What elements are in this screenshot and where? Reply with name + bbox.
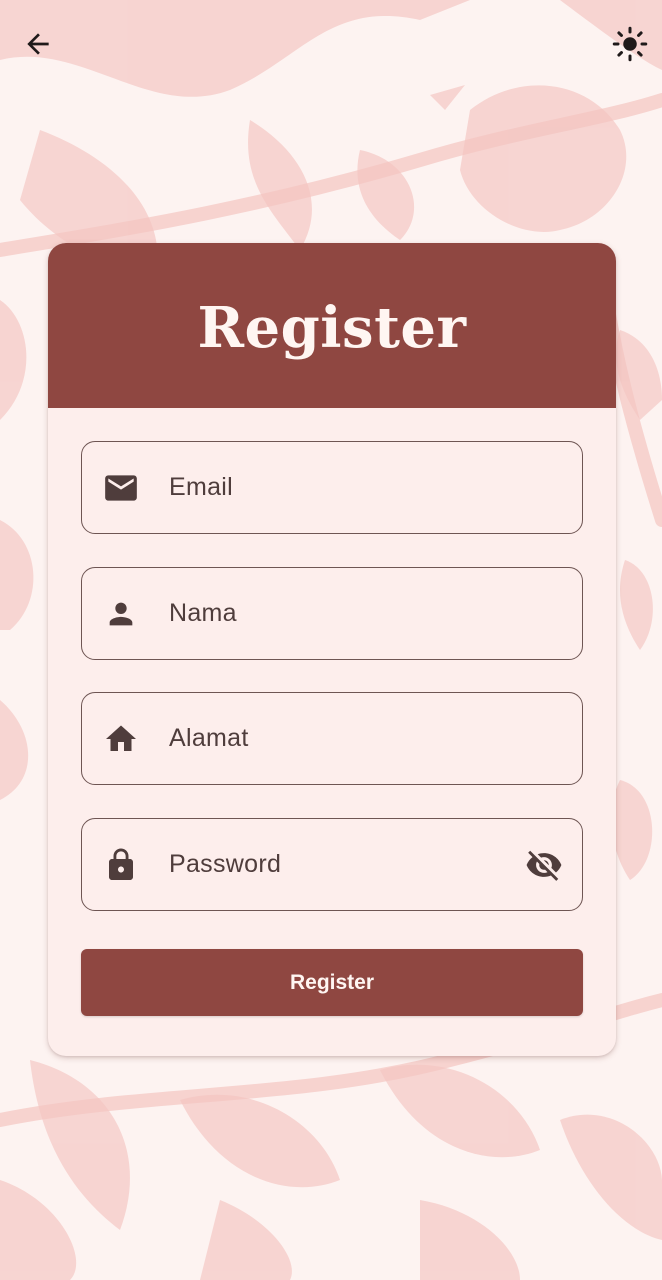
email-field[interactable] — [81, 441, 583, 534]
person-icon — [102, 595, 140, 633]
lock-icon — [102, 846, 140, 884]
home-icon — [102, 720, 140, 758]
back-button[interactable] — [16, 20, 60, 68]
arrow-back-icon — [27, 33, 49, 55]
password-visibility-toggle[interactable] — [522, 843, 566, 887]
eye-off-icon — [526, 850, 562, 881]
alamat-input[interactable] — [169, 693, 582, 784]
card-header: Register — [48, 243, 616, 408]
sun-icon — [612, 26, 648, 62]
register-card: Register Register — [48, 243, 616, 1056]
nama-input[interactable] — [169, 568, 582, 659]
email-input[interactable] — [169, 442, 582, 533]
password-input[interactable] — [169, 819, 522, 910]
theme-toggle-button[interactable] — [608, 20, 652, 68]
register-button[interactable]: Register — [81, 949, 583, 1016]
page-title: Register — [197, 294, 467, 361]
alamat-field[interactable] — [81, 692, 583, 785]
envelope-icon — [102, 469, 140, 507]
password-field[interactable] — [81, 818, 583, 911]
nama-field[interactable] — [81, 567, 583, 660]
